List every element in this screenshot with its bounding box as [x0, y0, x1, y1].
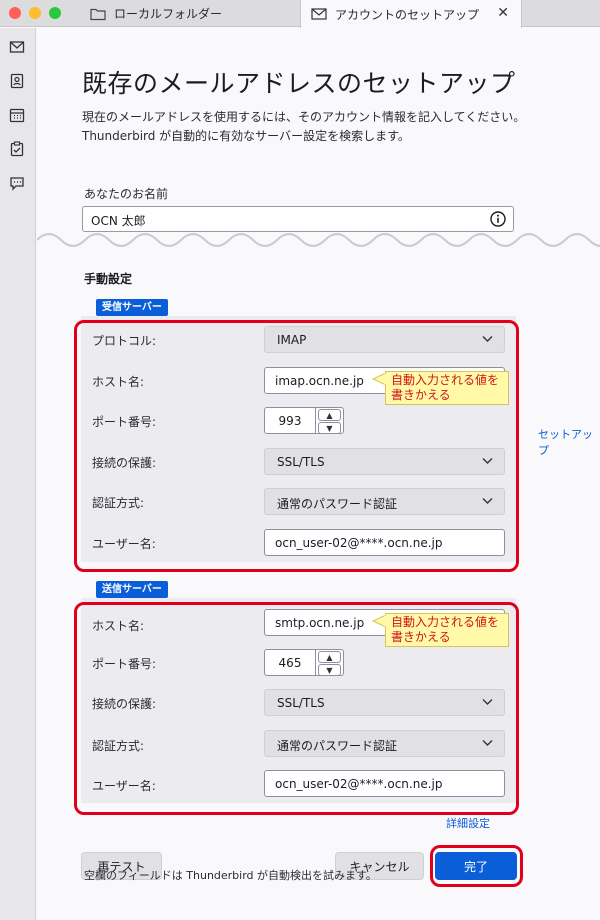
callout-pointer — [372, 372, 386, 386]
page-description: 現在のメールアドレスを使用するには、そのアカウント情報を記入してください。 Th… — [82, 108, 582, 146]
tab-bar: ローカルフォルダー アカウントのセットアップ ✕ — [0, 0, 600, 28]
callout-line: 書きかえる — [391, 630, 451, 644]
account-setup-page: 既存のメールアドレスのセットアップ 現在のメールアドレスを使用するには、そのアカ… — [37, 28, 600, 920]
calendar-icon[interactable] — [9, 107, 25, 123]
outgoing-callout: 自動入力される値を 書きかえる — [385, 613, 509, 647]
incoming-callout: 自動入力される値を 書きかえる — [385, 371, 509, 405]
footer-note: 空欄のフィールドは Thunderbird が自動検出を試みます。 — [84, 869, 377, 882]
advanced-config-link[interactable]: 詳細設定 — [446, 815, 490, 831]
description-line: 現在のメールアドレスを使用するには、そのアカウント情報を記入してください。 — [82, 110, 526, 124]
torn-edge-divider — [37, 233, 600, 262]
spaces-toolbar — [0, 28, 36, 920]
callout-pointer — [372, 614, 386, 628]
tasks-icon[interactable] — [9, 141, 25, 157]
done-highlight-box — [430, 845, 523, 887]
window-close-button[interactable] — [9, 7, 21, 19]
tab-label: アカウントのセットアップ — [335, 7, 480, 22]
callout-line: 自動入力される値を — [391, 373, 500, 387]
description-line: Thunderbird が自動的に有効なサーバー設定を検索します。 — [82, 129, 410, 143]
incoming-highlight-box — [74, 320, 519, 572]
outgoing-server-badge: 送信サーバー — [96, 581, 168, 598]
chat-icon[interactable] — [9, 175, 25, 191]
tab-account-setup[interactable]: アカウントのセットアップ ✕ — [300, 0, 522, 28]
envelope-icon — [311, 8, 327, 20]
callout-line: 書きかえる — [391, 388, 451, 402]
window-zoom-button[interactable] — [49, 7, 61, 19]
address-book-icon[interactable] — [9, 73, 25, 89]
name-label: あなたのお名前 — [84, 187, 169, 201]
incoming-server-badge: 受信サーバー — [96, 299, 168, 316]
tab-local-folders[interactable]: ローカルフォルダー — [82, 0, 300, 27]
tab-label: ローカルフォルダー — [114, 7, 223, 21]
window-minimize-button[interactable] — [29, 7, 41, 19]
setup-link[interactable]: セットアップ — [538, 426, 600, 458]
page-title: 既存のメールアドレスのセットアップ — [82, 69, 516, 98]
mail-icon[interactable] — [9, 39, 25, 55]
folder-icon — [90, 8, 106, 20]
close-icon[interactable]: ✕ — [497, 6, 509, 20]
manual-setup-title: 手動設定 — [84, 272, 133, 286]
callout-line: 自動入力される値を — [391, 615, 500, 629]
